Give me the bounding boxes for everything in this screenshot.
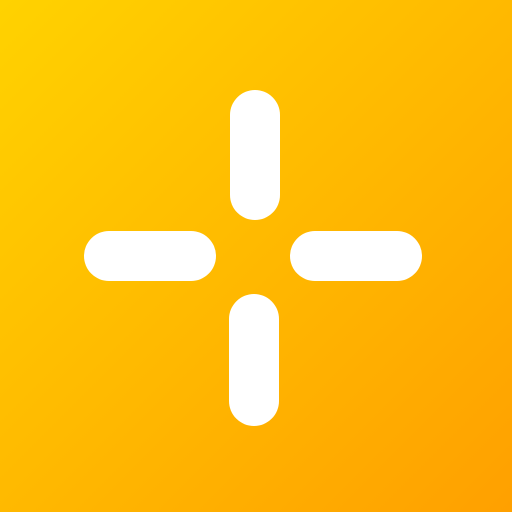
crosshair-left-bar bbox=[84, 231, 216, 281]
app-icon-tile bbox=[0, 0, 512, 512]
crosshair-top-bar bbox=[230, 90, 280, 220]
crosshair-right-bar bbox=[290, 231, 422, 281]
crosshair-bottom-bar bbox=[229, 294, 279, 426]
icon-background bbox=[0, 0, 512, 512]
crosshair-icon bbox=[0, 0, 512, 512]
